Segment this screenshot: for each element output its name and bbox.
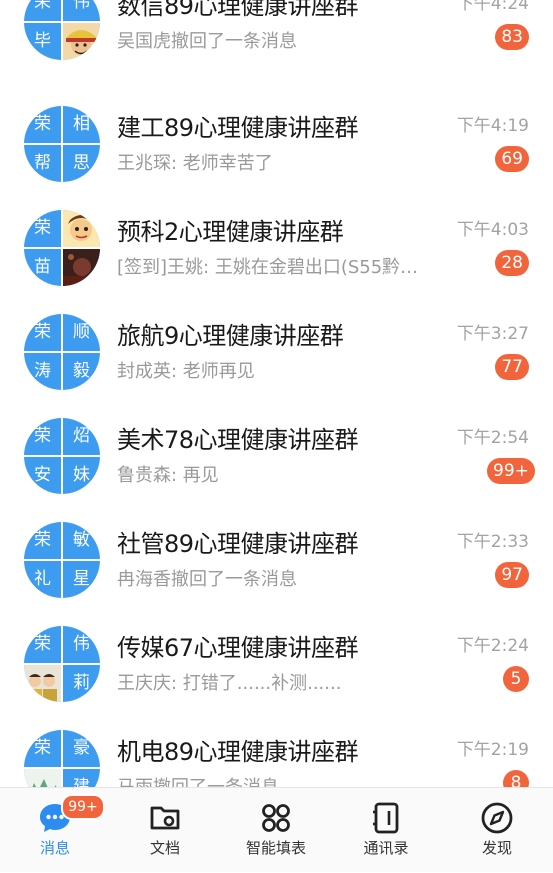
- tab-label: 消息: [39, 839, 70, 857]
- chat-title: 旅航9心理健康讲座群: [117, 322, 344, 350]
- folder-icon: [147, 800, 183, 836]
- avatar-char: 伟: [63, 0, 100, 21]
- avatar-char: 星: [63, 561, 100, 598]
- group-avatar: 荣 豪 建: [24, 730, 100, 787]
- avatar-char: 炤: [63, 418, 100, 455]
- group-avatar: 荣 敏 礼 星: [24, 522, 100, 598]
- chat-preview: 鲁贵森: 再见: [117, 465, 219, 486]
- chat-time: 下午2:19: [456, 740, 529, 760]
- group-avatar: 荣 伟 莉: [24, 626, 100, 702]
- chat-title: 社管89心理健康讲座群: [117, 530, 359, 558]
- chat-title: 数信89心理健康讲座群: [117, 0, 359, 20]
- chat-row-chuanmei[interactable]: 荣 伟 莉 传媒67心理健康讲座群 下午2:24 王庆庆: 打错了......补…: [0, 616, 553, 720]
- chat-preview: 王兆琛: 老师幸苦了: [117, 153, 273, 174]
- chat-preview: [签到]王姚: 王姚在金碧出口(S55黔…: [117, 257, 419, 278]
- avatar-char: 顺: [63, 314, 100, 351]
- chat-preview: 吴国虎撤回了一条消息: [117, 31, 297, 52]
- tab-contacts[interactable]: 通讯录: [331, 788, 441, 873]
- bottom-tab-bar: 99+ 消息 文档 智能填表 通讯录 发现: [0, 787, 553, 872]
- avatar-char: 荣: [24, 626, 61, 663]
- chat-time: 下午2:24: [456, 636, 529, 656]
- avatar-char: 伟: [63, 626, 100, 663]
- contacts-book-icon: [368, 800, 404, 836]
- tab-discover[interactable]: 发现: [442, 788, 552, 873]
- unread-badge: 77: [495, 354, 529, 380]
- chat-row-jiangong[interactable]: 荣 相 帮 思 建工89心理健康讲座群 下午4:19 王兆琛: 老师幸苦了 69: [0, 96, 553, 200]
- unread-badge: 69: [495, 146, 529, 172]
- chat-row-lvhang[interactable]: 荣 顺 涛 毅 旅航9心理健康讲座群 下午3:27 封成英: 老师再见 77: [0, 304, 553, 408]
- chat-preview: 冉海香撤回了一条消息: [117, 569, 297, 590]
- avatar-char: 荣: [24, 730, 61, 767]
- tab-label: 文档: [149, 839, 180, 857]
- chat-time: 下午2:33: [456, 532, 529, 552]
- group-avatar: 荣 顺 涛 毅: [24, 314, 100, 390]
- group-avatar: 荣 苗: [24, 210, 100, 286]
- chat-list[interactable]: 荣 伟 毕 数信89心理健康讲座群 下午4:24 吴国虎撤回了一条消息 83 荣…: [0, 0, 553, 787]
- chat-row-yuke[interactable]: 荣 苗 预科2心理健康讲座群 下午4:03 [签到]王姚: 王姚在金碧出口(S5…: [0, 200, 553, 304]
- chat-row-jidian[interactable]: 荣 豪 建 机电89心理健康讲座群 下午2:19 马雨撤回了一条消息 8: [0, 720, 553, 787]
- chat-row-shuxin[interactable]: 荣 伟 毕 数信89心理健康讲座群 下午4:24 吴国虎撤回了一条消息 83: [0, 0, 553, 78]
- tab-label: 发现: [481, 839, 512, 857]
- avatar-char: 妹: [63, 457, 100, 494]
- avatar-char: 思: [63, 145, 100, 182]
- unread-badge: 28: [495, 250, 529, 276]
- chat-time: 下午3:27: [456, 324, 529, 344]
- unread-badge: 8: [503, 770, 529, 787]
- grid-apps-icon: [258, 800, 294, 836]
- member-photo: [63, 210, 100, 247]
- avatar-char: 帮: [24, 145, 61, 182]
- unread-badge: 5: [503, 666, 529, 692]
- avatar-char: 荣: [24, 314, 61, 351]
- avatar-char: 莉: [63, 665, 100, 702]
- avatar-char: 毅: [63, 353, 100, 390]
- avatar-char: 荣: [24, 418, 61, 455]
- group-avatar: 荣 伟 毕: [24, 0, 100, 60]
- member-photo: [63, 249, 100, 286]
- member-photo: [24, 769, 61, 787]
- chat-title: 美术78心理健康讲座群: [117, 426, 359, 454]
- avatar-char: 毕: [24, 23, 61, 60]
- avatar-char: 荣: [24, 0, 61, 21]
- avatar-char: 建: [63, 769, 100, 787]
- chat-title: 预科2心理健康讲座群: [117, 218, 344, 246]
- chat-time: 下午4:03: [456, 220, 529, 240]
- chat-title: 传媒67心理健康讲座群: [117, 634, 359, 662]
- group-avatar: 荣 炤 安 妹: [24, 418, 100, 494]
- avatar-char: 相: [63, 106, 100, 143]
- chat-preview: 王庆庆: 打错了......补测......: [117, 673, 342, 694]
- chat-preview: 封成英: 老师再见: [117, 361, 255, 382]
- avatar-char: 荣: [24, 210, 61, 247]
- avatar-char: 苗: [24, 249, 61, 286]
- avatar-char: 荣: [24, 106, 61, 143]
- group-avatar: 荣 相 帮 思: [24, 106, 100, 182]
- compass-icon: [479, 800, 515, 836]
- chat-time: 下午4:24: [456, 0, 529, 14]
- unread-badge: 99+: [487, 458, 535, 484]
- tab-smart-forms[interactable]: 智能填表: [221, 788, 331, 873]
- tab-label: 智能填表: [245, 839, 306, 857]
- chat-row-meishu[interactable]: 荣 炤 安 妹 美术78心理健康讲座群 下午2:54 鲁贵森: 再见 99+: [0, 408, 553, 512]
- tab-messages[interactable]: 99+ 消息: [0, 788, 110, 873]
- chat-preview: 马雨撤回了一条消息: [117, 773, 279, 787]
- chat-time: 下午4:19: [456, 116, 529, 136]
- member-photo: [63, 23, 100, 60]
- avatar-char: 豪: [63, 730, 100, 767]
- avatar-char: 涛: [24, 353, 61, 390]
- avatar-char: 敏: [63, 522, 100, 559]
- avatar-char: 安: [24, 457, 61, 494]
- chat-time: 下午2:54: [456, 428, 529, 448]
- avatar-char: 礼: [24, 561, 61, 598]
- tab-label: 通讯录: [363, 839, 409, 857]
- chat-title: 机电89心理健康讲座群: [117, 738, 359, 766]
- avatar-char: 荣: [24, 522, 61, 559]
- chat-title: 建工89心理健康讲座群: [117, 114, 359, 142]
- unread-badge: 97: [495, 562, 529, 588]
- member-photo: [24, 665, 61, 702]
- tab-unread-badge: 99+: [61, 794, 105, 820]
- tab-documents[interactable]: 文档: [110, 788, 220, 873]
- unread-badge: 83: [495, 24, 529, 50]
- chat-row-sheguan[interactable]: 荣 敏 礼 星 社管89心理健康讲座群 下午2:33 冉海香撤回了一条消息 97: [0, 512, 553, 616]
